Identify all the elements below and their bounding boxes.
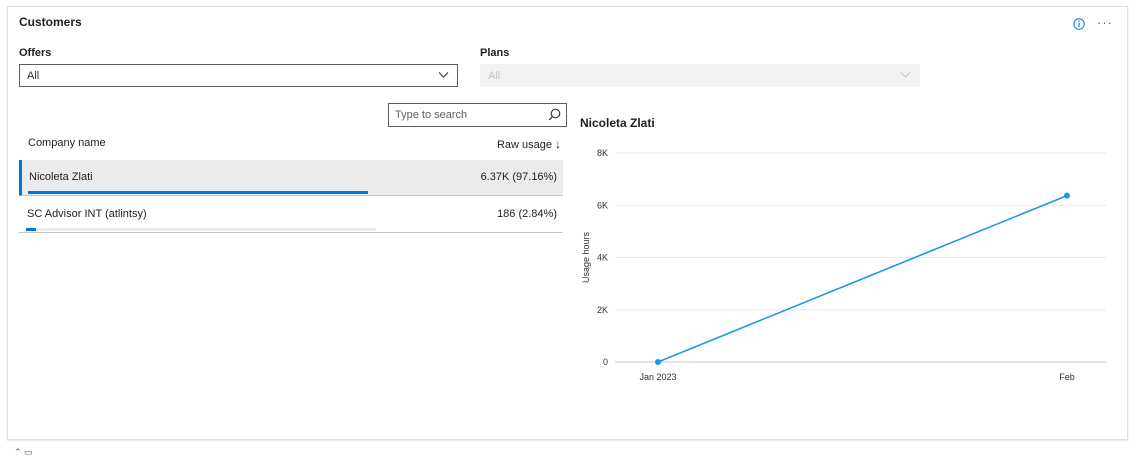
x-tick-label: Jan 2023 bbox=[639, 372, 676, 382]
data-point bbox=[655, 359, 661, 365]
column-header-usage[interactable]: Raw usage ↓ bbox=[497, 137, 561, 151]
row-usage-value: 186 (2.84%) bbox=[497, 208, 557, 220]
series-line bbox=[657, 194, 1068, 363]
plans-label: Plans bbox=[480, 47, 510, 59]
y-tick-label: 6K bbox=[597, 200, 608, 210]
offers-dropdown[interactable]: All bbox=[19, 64, 458, 87]
data-point bbox=[1064, 192, 1070, 199]
more-options-icon[interactable]: ··· bbox=[1097, 16, 1113, 30]
y-tick-label: 4K bbox=[597, 253, 608, 263]
offers-label: Offers bbox=[19, 47, 52, 59]
usage-share-bar-fill bbox=[26, 228, 36, 231]
search-input[interactable] bbox=[389, 104, 545, 125]
table-row[interactable]: SC Advisor INT (atlintsy) 186 (2.84%) bbox=[19, 197, 563, 233]
usage-share-bar bbox=[26, 228, 376, 231]
usage-share-bar bbox=[28, 191, 378, 194]
column-header-company[interactable]: Company name bbox=[28, 137, 106, 149]
search-icon[interactable] bbox=[548, 108, 561, 121]
row-company-name: Nicoleta Zlati bbox=[29, 171, 93, 183]
search-box[interactable] bbox=[388, 103, 567, 127]
y-tick-label: 8K bbox=[597, 148, 608, 158]
y-tick-label: 0 bbox=[603, 357, 608, 367]
usage-share-bar-fill bbox=[28, 191, 369, 194]
info-icon[interactable] bbox=[1073, 18, 1085, 30]
chevron-down-icon bbox=[900, 72, 911, 78]
y-axis-label: Usage hours bbox=[581, 231, 591, 283]
y-tick-label: 2K bbox=[597, 305, 608, 315]
chart-title: Nicoleta Zlati bbox=[580, 116, 655, 130]
offers-selected-value: All bbox=[27, 70, 40, 82]
plans-dropdown: All bbox=[480, 64, 920, 87]
x-tick-label: Feb bbox=[1059, 372, 1075, 382]
table-row[interactable]: Nicoleta Zlati 6.37K (97.16%) bbox=[19, 160, 563, 196]
usage-line-chart: 0 2K 4K 6K 8K Jan 2023 Feb Usage hours bbox=[581, 148, 1106, 382]
plans-selected-value: All bbox=[488, 70, 501, 82]
row-company-name: SC Advisor INT (atlintsy) bbox=[27, 208, 147, 220]
column-header-usage-label: Raw usage bbox=[496, 139, 552, 151]
sort-descending-icon: ↓ bbox=[555, 137, 561, 151]
chevron-down-icon bbox=[438, 72, 449, 78]
card-title: Customers bbox=[19, 15, 82, 29]
row-usage-value: 6.37K (97.16%) bbox=[480, 171, 557, 183]
